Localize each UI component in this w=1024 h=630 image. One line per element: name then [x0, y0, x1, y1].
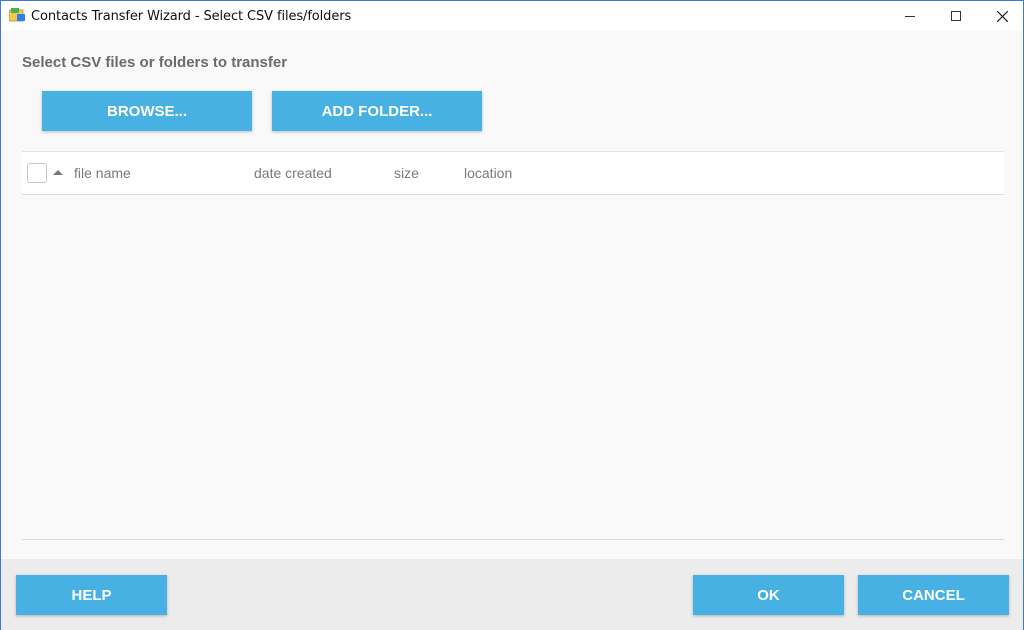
minimize-button[interactable]	[887, 1, 933, 31]
file-table: file name date created size location	[22, 151, 1004, 540]
add-folder-button[interactable]: ADD FOLDER...	[272, 91, 482, 131]
title-bar: Contacts Transfer Wizard - Select CSV fi…	[1, 1, 1023, 31]
select-all-checkbox[interactable]	[27, 163, 47, 183]
maximize-icon	[951, 11, 961, 21]
column-location[interactable]: location	[464, 165, 512, 181]
column-size[interactable]: size	[394, 165, 419, 181]
help-button[interactable]: HELP	[16, 575, 167, 615]
footer-bar: HELP OK CANCEL	[1, 559, 1023, 630]
table-header: file name date created size location	[22, 151, 1004, 195]
cancel-button[interactable]: CANCEL	[858, 575, 1009, 615]
column-file-name[interactable]: file name	[74, 165, 131, 181]
maximize-button[interactable]	[933, 1, 979, 31]
column-date-created[interactable]: date created	[254, 165, 332, 181]
window-title: Contacts Transfer Wizard - Select CSV fi…	[31, 9, 352, 24]
close-button[interactable]	[979, 1, 1024, 31]
page-heading: Select CSV files or folders to transfer	[22, 54, 288, 71]
app-window: Contacts Transfer Wizard - Select CSV fi…	[0, 0, 1024, 630]
table-bottom-divider	[22, 539, 1004, 540]
minimize-icon	[905, 15, 915, 17]
close-icon	[996, 10, 1008, 22]
browse-button[interactable]: BROWSE...	[42, 91, 252, 131]
app-icon	[9, 8, 25, 22]
sort-ascending-icon[interactable]	[53, 170, 63, 175]
ok-button[interactable]: OK	[693, 575, 844, 615]
main-content: Select CSV files or folders to transfer …	[1, 31, 1023, 559]
